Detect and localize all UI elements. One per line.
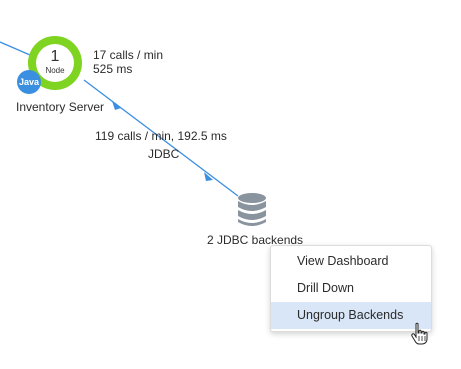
edge-stats-label: 119 calls / min, 192.5 ms <box>95 129 227 143</box>
node-count: 1 <box>50 48 60 65</box>
flow-map-canvas[interactable]: 1 Node Java 17 calls / min 525 ms Invent… <box>0 0 461 369</box>
database-icon[interactable] <box>236 192 268 228</box>
edge-arrow-1 <box>112 101 121 110</box>
hand-cursor-icon <box>411 322 428 345</box>
node-center: 1 Node <box>36 44 74 82</box>
incoming-edge[interactable] <box>0 41 31 56</box>
menu-item-view-dashboard[interactable]: View Dashboard <box>271 248 431 275</box>
java-icon: Java <box>17 70 41 94</box>
node-calls-per-min: 17 calls / min <box>93 48 164 62</box>
context-menu: View Dashboard Drill Down Ungroup Backen… <box>270 245 432 332</box>
node-response-time: 525 ms <box>93 62 133 76</box>
edge-protocol-label: JDBC <box>148 147 180 161</box>
menu-item-drill-down[interactable]: Drill Down <box>271 275 431 302</box>
node-sublabel: Node <box>45 66 65 75</box>
node-name[interactable]: Inventory Server <box>16 100 104 114</box>
menu-item-ungroup-backends[interactable]: Ungroup Backends <box>271 302 431 329</box>
